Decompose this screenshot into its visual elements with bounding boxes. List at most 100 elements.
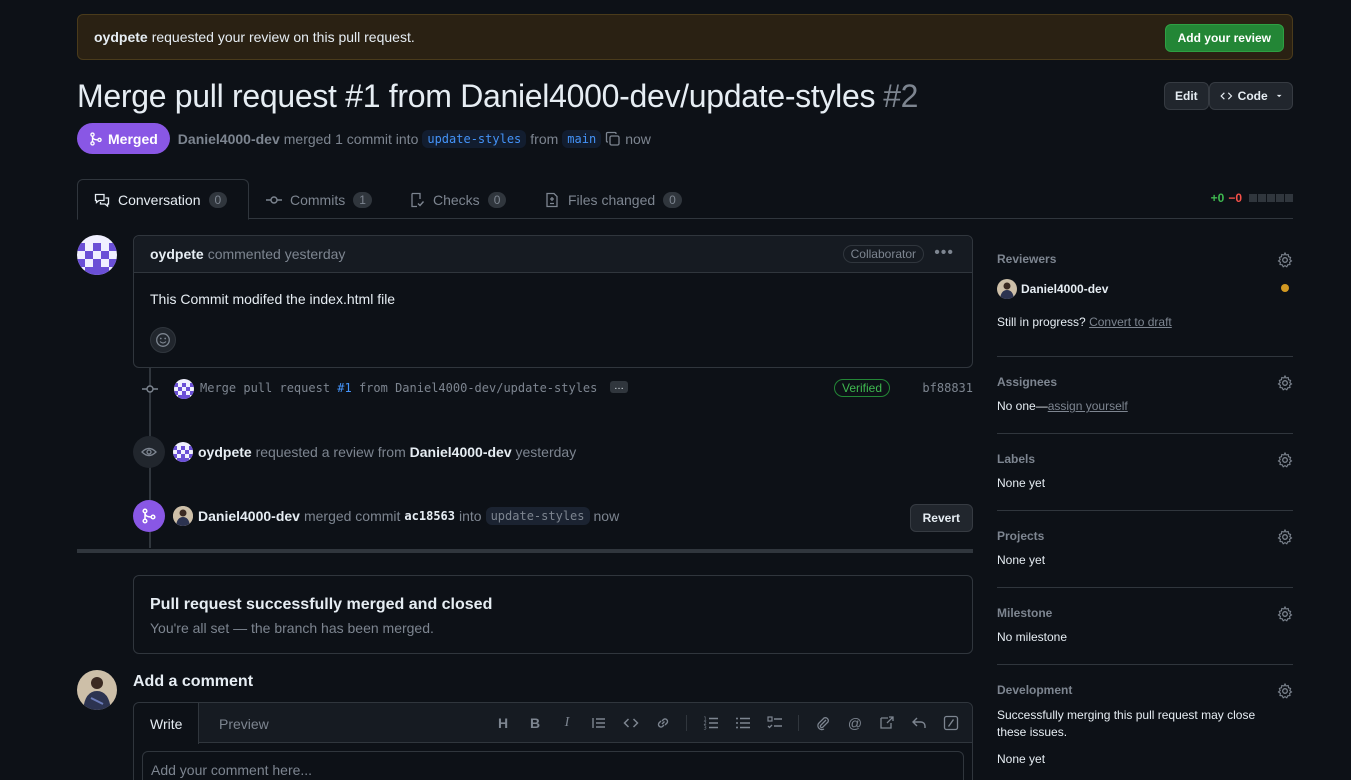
edit-button[interactable]: Edit bbox=[1164, 82, 1209, 110]
caret-down-icon bbox=[1276, 94, 1282, 98]
file-diff-icon bbox=[546, 192, 558, 207]
sidebar-assignees: Assignees No one—assign yourself bbox=[997, 375, 1293, 413]
gear-icon[interactable] bbox=[1277, 606, 1293, 622]
unordered-list-icon[interactable] bbox=[734, 714, 752, 732]
reply-icon[interactable] bbox=[910, 714, 928, 732]
italic-icon[interactable]: I bbox=[558, 714, 576, 732]
page-title: Merge pull request #1 from Daniel4000-de… bbox=[77, 78, 918, 115]
checklist-icon bbox=[411, 192, 425, 207]
editor-toolbar: Write Preview H B I 123 @ bbox=[134, 703, 972, 744]
avatar[interactable] bbox=[997, 279, 1017, 299]
avatar[interactable] bbox=[174, 379, 194, 399]
slash-command-icon[interactable] bbox=[942, 714, 960, 732]
add-review-button[interactable]: Add your review bbox=[1164, 24, 1284, 52]
gear-icon[interactable] bbox=[1277, 375, 1293, 391]
tab-preview[interactable]: Preview bbox=[203, 703, 285, 744]
diffstat-deletions: −0 bbox=[1228, 191, 1242, 205]
gear-icon[interactable] bbox=[1277, 252, 1293, 268]
reviewers-label[interactable]: Reviewers bbox=[997, 252, 1293, 266]
commit-expand-button[interactable]: … bbox=[610, 381, 628, 393]
tab-conversation[interactable]: Conversation 0 bbox=[77, 179, 249, 220]
code-icon[interactable] bbox=[622, 714, 640, 732]
collaborator-badge: Collaborator bbox=[842, 245, 924, 263]
quote-icon[interactable] bbox=[590, 714, 608, 732]
event-user[interactable]: oydpete bbox=[198, 444, 252, 460]
avatar[interactable] bbox=[77, 670, 117, 710]
bold-icon[interactable]: B bbox=[526, 714, 544, 732]
merged-badge: Merged bbox=[77, 123, 170, 154]
still-in-progress-text: Still in progress? bbox=[997, 315, 1086, 329]
timeline-review-requested: oydpete requested a review from Daniel40… bbox=[133, 436, 576, 468]
reviewer-name[interactable]: Daniel4000-dev bbox=[1021, 282, 1108, 296]
avatar[interactable] bbox=[173, 506, 193, 526]
commit-sha[interactable]: bf88831 bbox=[922, 381, 973, 395]
kebab-horizontal-icon[interactable]: ••• bbox=[934, 244, 954, 262]
tab-write[interactable]: Write bbox=[134, 703, 200, 744]
merge-commit-sha[interactable]: ac18563 bbox=[404, 509, 455, 523]
milestone-value: No milestone bbox=[997, 630, 1068, 644]
gear-icon[interactable] bbox=[1277, 683, 1293, 699]
base-branch[interactable]: update-styles bbox=[422, 129, 527, 148]
commit-pr-link[interactable]: #1 bbox=[337, 381, 351, 395]
paperclip-icon[interactable] bbox=[814, 714, 832, 732]
svg-text:3: 3 bbox=[704, 726, 707, 732]
convert-to-draft-link[interactable]: Convert to draft bbox=[1089, 315, 1172, 329]
event-text: merged commit bbox=[303, 508, 401, 524]
ordered-list-icon[interactable]: 123 bbox=[702, 714, 720, 732]
mention-icon[interactable]: @ bbox=[846, 714, 864, 732]
assignees-none: No one— bbox=[997, 399, 1048, 413]
banner-user[interactable]: oydpete bbox=[94, 29, 148, 45]
reviewer-row: Daniel4000-dev bbox=[997, 279, 1293, 299]
tab-files-changed[interactable]: Files changed 0 bbox=[528, 179, 698, 220]
smiley-icon[interactable] bbox=[150, 327, 176, 353]
tab-checks[interactable]: Checks 0 bbox=[393, 179, 522, 220]
sidebar-labels: Labels None yet bbox=[997, 452, 1293, 490]
pr-from-text: from bbox=[530, 130, 559, 147]
gear-icon[interactable] bbox=[1277, 529, 1293, 545]
tasklist-icon[interactable] bbox=[766, 714, 784, 732]
merged-badge-label: Merged bbox=[108, 130, 158, 147]
verified-badge[interactable]: Verified bbox=[834, 379, 891, 397]
comment-textarea[interactable]: Add your comment here... bbox=[142, 751, 964, 780]
diffstat: +0 −0 bbox=[1211, 191, 1293, 205]
copy-icon[interactable] bbox=[605, 131, 621, 147]
comment-box: oydpete commented yesterday Collaborator… bbox=[133, 235, 973, 368]
cross-reference-icon[interactable] bbox=[878, 714, 896, 732]
sidebar-milestone: Milestone No milestone bbox=[997, 606, 1293, 644]
head-branch[interactable]: main bbox=[562, 129, 602, 148]
comment-header: oydpete commented yesterday Collaborator… bbox=[134, 236, 972, 273]
pr-author[interactable]: Daniel4000-dev bbox=[178, 131, 280, 147]
assignees-label[interactable]: Assignees bbox=[997, 375, 1293, 389]
pr-meta: Daniel4000-dev merged 1 commit into upda… bbox=[178, 129, 651, 148]
comment-action[interactable]: commented yesterday bbox=[208, 246, 346, 262]
assignees-value: No one—assign yourself bbox=[997, 399, 1293, 413]
gear-icon[interactable] bbox=[1277, 452, 1293, 468]
tab-counter: 0 bbox=[208, 191, 228, 208]
assign-yourself-link[interactable]: assign yourself bbox=[1048, 399, 1128, 413]
sidebar-divider bbox=[997, 356, 1293, 357]
milestone-label[interactable]: Milestone bbox=[997, 606, 1293, 620]
avatar[interactable] bbox=[173, 442, 193, 462]
commit-msg-suffix: from Daniel4000-dev/update-styles bbox=[351, 381, 598, 395]
event-time[interactable]: now bbox=[594, 508, 620, 524]
code-button[interactable]: Code bbox=[1209, 82, 1293, 110]
avatar[interactable] bbox=[77, 235, 117, 275]
event-user[interactable]: Daniel4000-dev bbox=[198, 508, 300, 524]
diffstat-additions: +0 bbox=[1210, 191, 1225, 205]
labels-label[interactable]: Labels bbox=[997, 452, 1293, 466]
tab-commits[interactable]: Commits 1 bbox=[250, 179, 388, 220]
commit-message[interactable]: Merge pull request #1 from Daniel4000-de… bbox=[200, 381, 597, 395]
projects-label[interactable]: Projects bbox=[997, 529, 1293, 543]
development-label[interactable]: Development bbox=[997, 683, 1293, 697]
timeline-commit: Merge pull request #1 from Daniel4000-de… bbox=[133, 377, 973, 401]
event-time[interactable]: yesterday bbox=[516, 444, 577, 460]
merge-status-heading: Pull request successfully merged and clo… bbox=[150, 596, 493, 613]
heading-icon[interactable]: H bbox=[494, 714, 512, 732]
event-reviewer[interactable]: Daniel4000-dev bbox=[410, 444, 512, 460]
draft-row: Still in progress? Convert to draft bbox=[997, 315, 1293, 329]
comment-author[interactable]: oydpete bbox=[150, 246, 204, 262]
merge-branch[interactable]: update-styles bbox=[485, 507, 590, 525]
pr-title: Merge pull request #1 from Daniel4000-de… bbox=[77, 78, 876, 114]
revert-button[interactable]: Revert bbox=[909, 504, 973, 532]
link-icon[interactable] bbox=[654, 714, 672, 732]
